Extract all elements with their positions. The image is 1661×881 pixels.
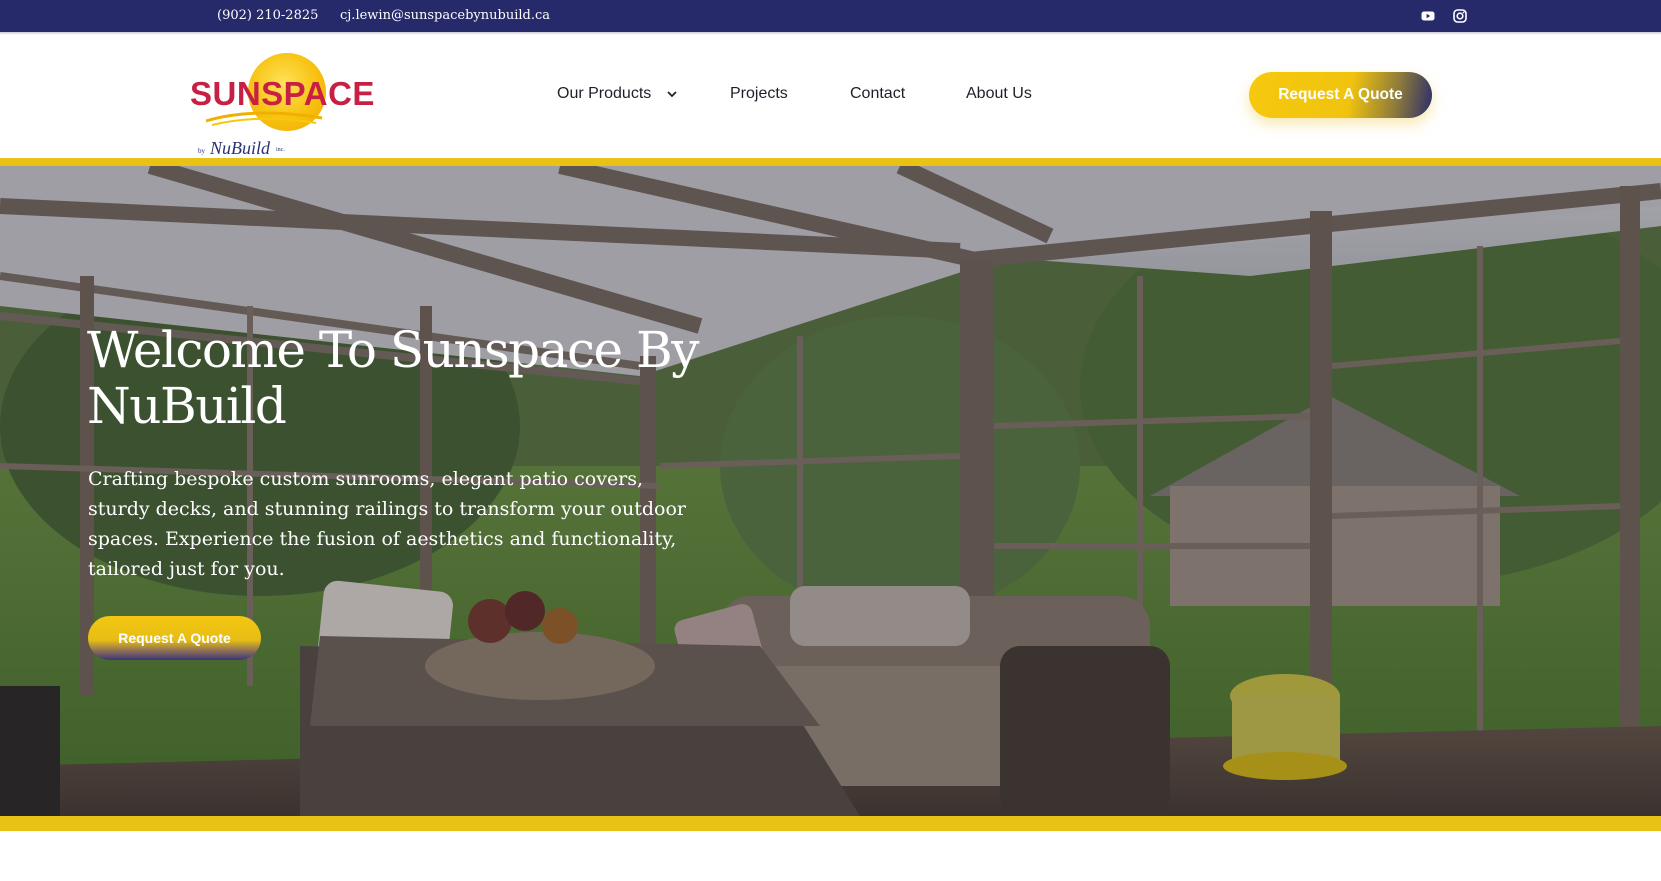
site-header: SUNSPACE by NuBuild inc. Our Products Pr… <box>0 35 1661 158</box>
hero-bottom-border <box>0 816 1661 831</box>
nav-our-products-label: Our Products <box>557 85 652 102</box>
hero-description: Crafting bespoke custom sunrooms, elegan… <box>88 468 686 580</box>
instagram-icon[interactable] <box>1452 8 1468 24</box>
email-link[interactable]: cj.lewin@sunspacebynubuild.ca <box>340 8 550 23</box>
logo-swoosh-shape <box>205 111 323 126</box>
hero-top-border <box>0 158 1661 166</box>
logo-nubuild-text: NuBuild <box>210 138 271 158</box>
chevron-down-icon <box>667 91 677 98</box>
header-request-quote-button[interactable]: Request A Quote <box>1249 72 1432 118</box>
sunspace-logo[interactable]: SUNSPACE by NuBuild inc. <box>190 53 375 158</box>
top-contact-bar: (902) 210-2825 cj.lewin@sunspacebynubuil… <box>0 0 1661 32</box>
nav-projects[interactable]: Projects <box>730 85 788 103</box>
youtube-icon[interactable] <box>1420 8 1436 24</box>
nav-our-products[interactable]: Our Products <box>557 85 678 103</box>
hero-section: Welcome To Sunspace By NuBuild Crafting … <box>0 166 1661 816</box>
hero-heading: Welcome To Sunspace By NuBuild <box>87 321 699 435</box>
nav-contact[interactable]: Contact <box>850 85 905 103</box>
logo-inc-text: inc. <box>276 147 285 153</box>
logo-wordmark: SUNSPACE <box>190 75 375 112</box>
hero-request-quote-button[interactable]: Request A Quote <box>88 616 261 660</box>
phone-link[interactable]: (902) 210-2825 <box>217 8 318 23</box>
logo-by-text: by <box>198 147 205 155</box>
nav-about-us[interactable]: About Us <box>966 85 1032 103</box>
